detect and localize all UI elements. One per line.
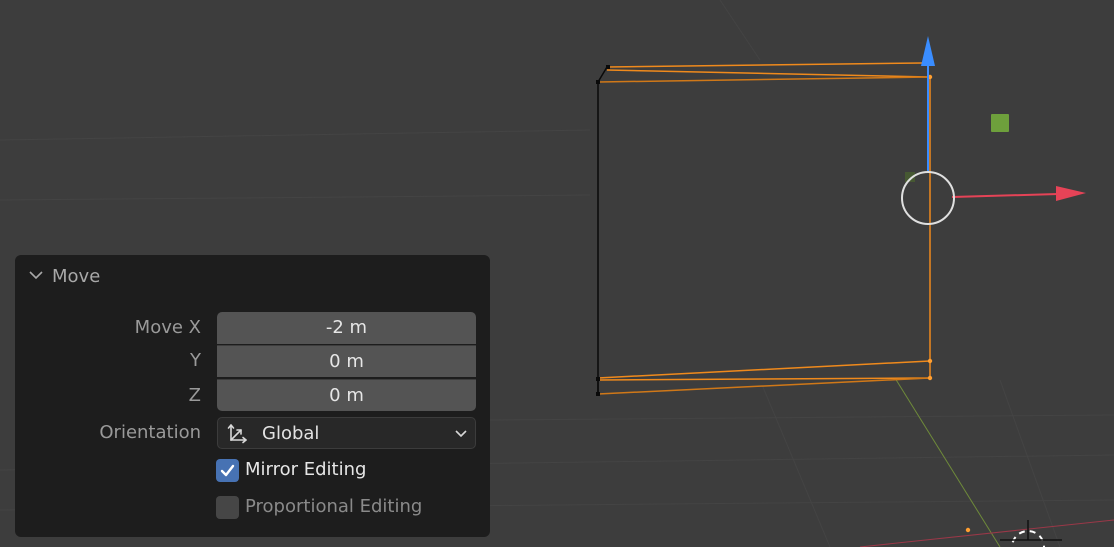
move-z-label: Z xyxy=(188,385,201,406)
chevron-down-icon xyxy=(29,271,43,280)
mirror-editing-label: Mirror Editing xyxy=(245,459,367,480)
move-z-field[interactable]: 0 m xyxy=(217,379,476,411)
chevron-down-icon xyxy=(455,430,467,438)
selected-mesh[interactable] xyxy=(596,62,971,533)
panel-header-toggle[interactable]: Move xyxy=(15,255,490,297)
mirror-editing-checkbox[interactable] xyxy=(216,459,239,482)
panel-title: Move xyxy=(52,266,101,287)
y-axis-line xyxy=(889,369,1001,547)
gizmo-yz-plane-handle xyxy=(991,114,1009,132)
orientation-dropdown[interactable]: Global xyxy=(217,417,476,449)
gizmo-x-axis xyxy=(951,193,1059,198)
checkmark-icon xyxy=(220,464,235,477)
orientation-label: Orientation xyxy=(99,422,201,443)
move-y-label: Y xyxy=(190,350,201,371)
proportional-editing-label: Proportional Editing xyxy=(245,496,423,517)
orientation-value: Global xyxy=(262,423,320,444)
gizmo-x-arrow xyxy=(1056,186,1086,201)
global-axes-icon xyxy=(227,424,247,444)
operator-redo-panel: Move Move X Y Z Orientation -2 m 0 m 0 m… xyxy=(15,255,490,537)
3d-cursor xyxy=(1000,520,1062,547)
move-y-field[interactable]: 0 m xyxy=(217,345,476,377)
move-x-field[interactable]: -2 m xyxy=(217,312,476,344)
gizmo-z-arrow xyxy=(921,36,935,66)
x-axis-line xyxy=(859,519,1114,547)
move-x-label: Move X xyxy=(134,317,201,338)
proportional-editing-checkbox[interactable] xyxy=(216,496,239,519)
